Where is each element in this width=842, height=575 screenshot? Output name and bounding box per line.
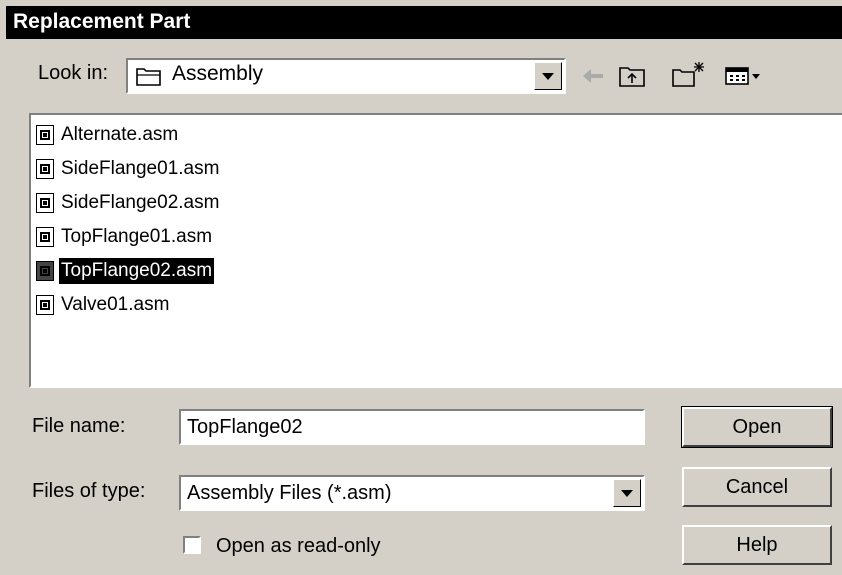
read-only-checkbox[interactable] xyxy=(183,536,201,554)
list-item[interactable]: SideFlange01.asm xyxy=(36,155,221,183)
look-in-combo[interactable]: Assembly xyxy=(126,58,566,94)
assembly-file-icon xyxy=(36,227,54,247)
open-button[interactable]: Open xyxy=(681,406,833,448)
list-item[interactable]: Alternate.asm xyxy=(36,121,180,149)
look-in-dropdown-arrow[interactable] xyxy=(534,62,562,90)
back-icon[interactable] xyxy=(581,66,605,86)
look-in-label: Look in: xyxy=(38,62,109,84)
view-menu-icon[interactable] xyxy=(725,66,763,86)
assembly-file-icon xyxy=(36,159,54,179)
file-name: TopFlange01.asm xyxy=(61,226,213,247)
folder-icon xyxy=(136,68,161,86)
assembly-file-icon xyxy=(36,261,54,281)
new-folder-icon[interactable] xyxy=(672,60,706,88)
assembly-file-icon xyxy=(36,193,54,213)
title-bar[interactable]: Replacement Part xyxy=(6,6,842,39)
files-of-type-combo[interactable]: Assembly Files (*.asm) xyxy=(179,475,645,511)
list-item[interactable]: SideFlange02.asm xyxy=(36,189,221,217)
list-item[interactable]: Valve01.asm xyxy=(36,291,171,319)
assembly-file-icon xyxy=(36,125,54,145)
files-of-type-label: Files of type: xyxy=(32,480,146,502)
file-name-label: File name: xyxy=(32,415,126,437)
file-list[interactable]: Alternate.asm SideFlange01.asm SideFlang… xyxy=(29,113,842,388)
file-name: SideFlange01.asm xyxy=(61,158,220,179)
list-item[interactable]: TopFlange01.asm xyxy=(36,223,214,251)
look-in-value: Assembly xyxy=(172,62,264,85)
replacement-part-dialog: Replacement Part Look in: Assembly Alter… xyxy=(0,0,842,575)
file-name: TopFlange02.asm xyxy=(59,258,215,284)
file-name: SideFlange02.asm xyxy=(61,192,220,213)
read-only-label: Open as read-only xyxy=(216,535,381,557)
file-name-field[interactable]: TopFlange02 xyxy=(179,409,645,445)
cancel-button[interactable]: Cancel xyxy=(682,467,832,507)
file-name: Valve01.asm xyxy=(61,294,170,315)
file-name: Alternate.asm xyxy=(61,124,179,145)
help-button[interactable]: Help xyxy=(682,525,832,565)
file-name-value: TopFlange02 xyxy=(187,416,303,438)
files-of-type-dropdown-arrow[interactable] xyxy=(613,479,641,507)
up-one-level-icon[interactable] xyxy=(619,64,647,88)
assembly-file-icon xyxy=(36,295,54,315)
list-item-selected[interactable]: TopFlange02.asm xyxy=(36,257,215,285)
dialog-title: Replacement Part xyxy=(13,10,191,33)
files-of-type-value: Assembly Files (*.asm) xyxy=(187,482,392,504)
